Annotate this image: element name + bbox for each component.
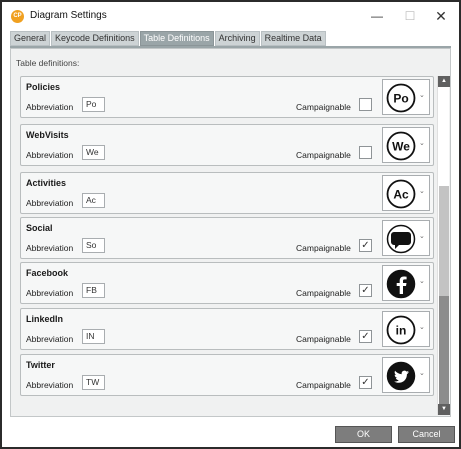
table-definition-row-webvisits: WebVisits Abbreviation We Campaignable We ⌄ xyxy=(20,124,434,166)
scroll-down-button[interactable]: ▼ xyxy=(438,404,450,415)
scrollbar[interactable]: ▲ ▼ xyxy=(437,76,450,415)
table-definition-row-social: Social Abbreviation So Campaignable ✓ ⌄ xyxy=(20,217,434,259)
icon-picker-dropdown[interactable]: ⌄ xyxy=(382,265,430,301)
table-definition-list: Policies Abbreviation Po Campaignable Po ⌄ Web… xyxy=(20,76,434,415)
icon-picker-dropdown[interactable]: in ⌄ xyxy=(382,311,430,347)
ac-text-circle-icon: Ac xyxy=(386,179,416,209)
dialog-window: CP Diagram Settings — ☐ ✕ General Keycod… xyxy=(0,0,461,449)
linkedin-icon: in xyxy=(386,315,416,345)
icon-picker-dropdown[interactable]: ⌄ xyxy=(382,220,430,256)
campaignable-label: Campaignable xyxy=(296,334,351,344)
scroll-track-upper[interactable] xyxy=(439,186,449,296)
tab-realtime-data[interactable]: Realtime Data xyxy=(260,31,326,46)
icon-picker-dropdown[interactable]: Po ⌄ xyxy=(382,79,430,115)
chevron-down-icon: ⌄ xyxy=(419,278,425,285)
chevron-down-icon: ⌄ xyxy=(419,233,425,240)
chevron-down-icon: ⌄ xyxy=(419,324,425,331)
close-button[interactable]: ✕ xyxy=(428,6,454,26)
campaignable-label: Campaignable xyxy=(296,243,351,253)
tab-bar: General Keycode Definitions Table Defini… xyxy=(10,31,327,46)
icon-picker-dropdown[interactable]: Ac ⌄ xyxy=(382,175,430,211)
title-bar: CP Diagram Settings — ☐ ✕ xyxy=(2,2,459,30)
app-logo-icon: CP xyxy=(11,10,24,23)
window-title: Diagram Settings xyxy=(30,10,107,21)
we-text-circle-icon: We xyxy=(386,131,416,161)
svg-text:We: We xyxy=(392,140,410,154)
table-name: Social xyxy=(26,223,53,233)
campaignable-checkbox[interactable] xyxy=(359,98,372,111)
table-definition-row-facebook: Facebook Abbreviation FB Campaignable ✓ ⌄ xyxy=(20,262,434,304)
chevron-down-icon: ⌄ xyxy=(419,188,425,195)
minimize-button[interactable]: — xyxy=(364,6,390,26)
abbreviation-label: Abbreviation xyxy=(26,380,74,390)
svg-text:Ac: Ac xyxy=(393,188,409,202)
tab-keycode-definitions[interactable]: Keycode Definitions xyxy=(51,31,139,46)
table-definitions-panel: Table definitions: Policies Abbreviation P… xyxy=(10,48,451,417)
campaignable-checkbox[interactable]: ✓ xyxy=(359,330,372,343)
scroll-thumb[interactable] xyxy=(439,296,449,404)
twitter-icon xyxy=(386,361,416,391)
tab-general[interactable]: General xyxy=(10,31,51,46)
maximize-button[interactable]: ☐ xyxy=(397,6,423,26)
campaignable-label: Campaignable xyxy=(296,380,351,390)
abbreviation-input[interactable]: TW xyxy=(82,375,105,390)
campaignable-label: Campaignable xyxy=(296,288,351,298)
campaignable-checkbox[interactable] xyxy=(359,146,372,159)
abbreviation-input[interactable]: So xyxy=(82,238,105,253)
tab-archiving[interactable]: Archiving xyxy=(214,31,260,46)
scroll-up-button[interactable]: ▲ xyxy=(438,76,450,87)
campaignable-checkbox[interactable]: ✓ xyxy=(359,239,372,252)
abbreviation-input[interactable]: We xyxy=(82,145,105,160)
abbreviation-label: Abbreviation xyxy=(26,288,74,298)
table-name: Facebook xyxy=(26,268,69,278)
abbreviation-input[interactable]: Po xyxy=(82,97,105,112)
chevron-down-icon: ⌄ xyxy=(419,140,425,147)
abbreviation-input[interactable]: IN xyxy=(82,329,105,344)
abbreviation-label: Abbreviation xyxy=(26,334,74,344)
speech-bubble-icon xyxy=(386,224,416,254)
campaignable-checkbox[interactable]: ✓ xyxy=(359,284,372,297)
cancel-button[interactable]: Cancel xyxy=(398,426,455,443)
table-name: Policies xyxy=(26,82,61,92)
table-definition-row-linkedin: LinkedIn Abbreviation IN Campaignable ✓ in ⌄ xyxy=(20,308,434,350)
table-definition-row-twitter: Twitter Abbreviation TW Campaignable ✓ ⌄ xyxy=(20,354,434,396)
campaignable-checkbox[interactable]: ✓ xyxy=(359,376,372,389)
table-name: Activities xyxy=(26,178,67,188)
abbreviation-input[interactable]: Ac xyxy=(82,193,105,208)
abbreviation-input[interactable]: FB xyxy=(82,283,105,298)
chevron-down-icon: ⌄ xyxy=(419,370,425,377)
ok-button[interactable]: OK xyxy=(335,426,392,443)
svg-text:in: in xyxy=(396,324,407,338)
icon-picker-dropdown[interactable]: We ⌄ xyxy=(382,127,430,163)
table-definition-row-activities: Activities Abbreviation Ac Ac ⌄ xyxy=(20,172,434,214)
campaignable-label: Campaignable xyxy=(296,150,351,160)
table-name: WebVisits xyxy=(26,130,69,140)
facebook-icon xyxy=(386,269,416,299)
table-definition-row-policies: Policies Abbreviation Po Campaignable Po ⌄ xyxy=(20,76,434,118)
po-text-circle-icon: Po xyxy=(386,83,416,113)
chevron-down-icon: ⌄ xyxy=(419,92,425,99)
campaignable-label: Campaignable xyxy=(296,102,351,112)
section-label: Table definitions: xyxy=(16,58,80,68)
table-name: LinkedIn xyxy=(26,314,64,324)
tab-table-definitions[interactable]: Table Definitions xyxy=(139,31,214,46)
abbreviation-label: Abbreviation xyxy=(26,150,74,160)
abbreviation-label: Abbreviation xyxy=(26,102,74,112)
abbreviation-label: Abbreviation xyxy=(26,198,74,208)
svg-text:Po: Po xyxy=(393,92,408,106)
abbreviation-label: Abbreviation xyxy=(26,243,74,253)
icon-picker-dropdown[interactable]: ⌄ xyxy=(382,357,430,393)
table-name: Twitter xyxy=(26,360,55,370)
